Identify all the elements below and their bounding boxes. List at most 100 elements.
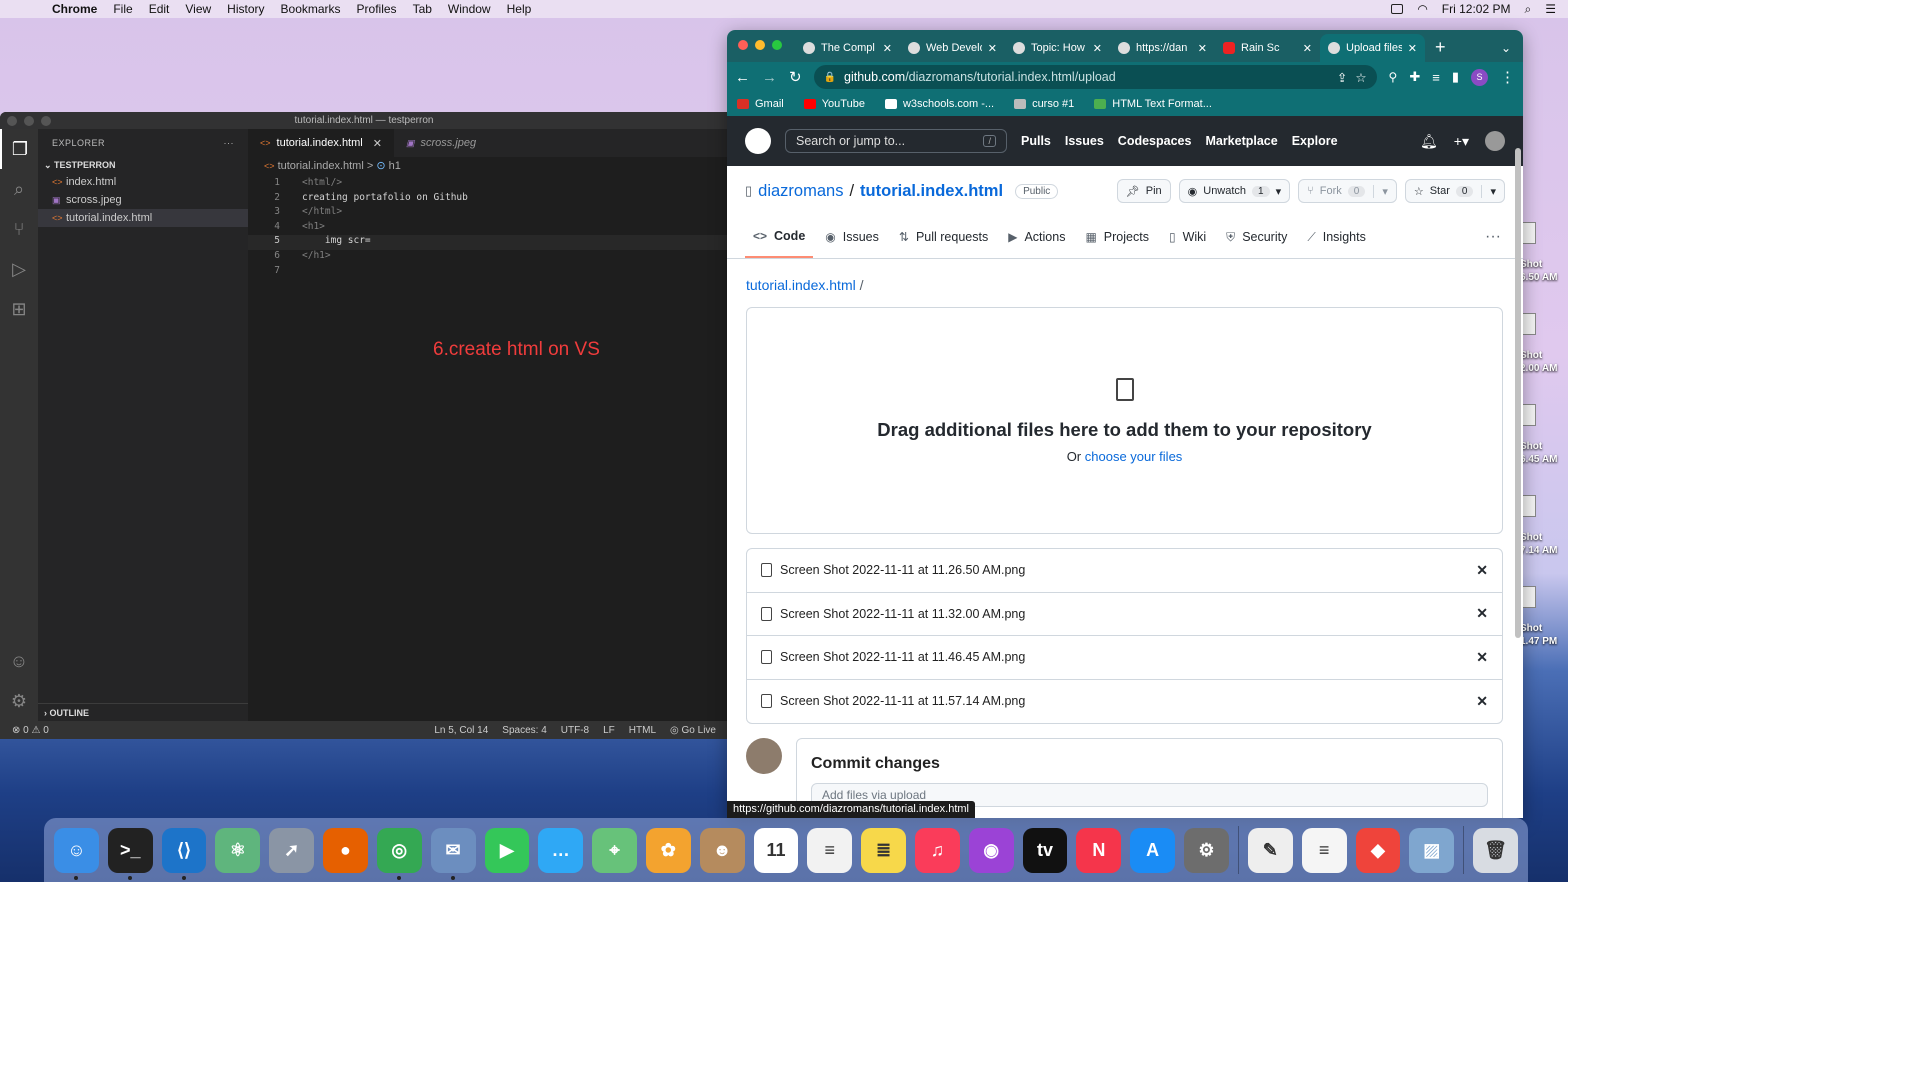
menu-history[interactable]: History <box>219 2 272 16</box>
news-app-icon[interactable]: N <box>1076 827 1122 873</box>
fork-button[interactable]: ⑂ Fork 0 ▾ <box>1298 179 1397 203</box>
desktop-screenshot-file[interactable]: Shot 1.47 PM <box>1520 586 1568 648</box>
menu-app-name[interactable]: Chrome <box>44 2 105 16</box>
remove-file-icon[interactable]: ✕ <box>1476 562 1488 579</box>
encoding[interactable]: UTF-8 <box>561 725 589 736</box>
tab-projects[interactable]: ▦ Projects <box>1077 216 1157 258</box>
choose-files-link[interactable]: choose your files <box>1085 449 1183 464</box>
caret-down-icon[interactable]: ▾ <box>1373 184 1388 198</box>
go-live-button[interactable]: ◎ Go Live <box>670 725 716 736</box>
close-tab-icon[interactable]: ✕ <box>883 42 892 55</box>
reload-icon[interactable]: ↻ <box>789 68 802 86</box>
browser-tab[interactable]: https://dan ✕ <box>1110 34 1215 62</box>
appletv-app-icon[interactable]: tv <box>1022 827 1068 873</box>
contacts-app-icon[interactable]: ☻ <box>699 827 745 873</box>
browser-tab[interactable]: Upload files ✕ <box>1320 34 1425 62</box>
browser-tab[interactable]: Rain Sc ✕ <box>1215 34 1320 62</box>
folder-testperron[interactable]: ⌄ TESTPERRON <box>38 157 248 173</box>
repo-owner-link[interactable]: diazromans <box>758 182 843 201</box>
extension-icon[interactable]: ⚲ <box>1389 70 1398 84</box>
more-actions-icon[interactable]: ··· <box>224 138 235 148</box>
extensions-icon[interactable]: ⊞ <box>0 289 38 329</box>
desktop-screenshot-file[interactable]: Shot 6.50 AM <box>1520 222 1568 284</box>
side-panel-icon[interactable]: ▮ <box>1452 69 1459 85</box>
textedit-app-icon[interactable]: ✎ <box>1247 827 1293 873</box>
page-scrollbar[interactable] <box>1515 148 1521 638</box>
remove-file-icon[interactable]: ✕ <box>1476 605 1488 622</box>
explorer-icon[interactable]: ❐ <box>0 129 38 169</box>
vscode-app-icon[interactable]: ⟨⟩ <box>161 827 207 880</box>
file-tutorial-index-html[interactable]: <> tutorial.index.html <box>38 209 248 227</box>
nav-marketplace[interactable]: Marketplace <box>1205 134 1277 148</box>
close-tab-icon[interactable]: ✕ <box>988 42 997 55</box>
back-icon[interactable]: ← <box>735 69 750 86</box>
minimize-window-button[interactable] <box>24 116 34 126</box>
notes-app-icon[interactable]: ≣ <box>861 827 906 873</box>
nav-explore[interactable]: Explore <box>1292 134 1338 148</box>
end-of-line[interactable]: LF <box>603 725 615 736</box>
tab-code[interactable]: <> Code <box>745 216 814 258</box>
settings-gear-icon[interactable]: ⚙ <box>0 681 38 721</box>
clock[interactable]: Fri 12:02 PM <box>1442 2 1511 16</box>
nav-pulls[interactable]: Pulls <box>1021 134 1051 148</box>
close-window-button[interactable] <box>7 116 17 126</box>
user-avatar[interactable] <box>1485 131 1505 151</box>
indentation[interactable]: Spaces: 4 <box>502 725 546 736</box>
outline-section[interactable]: › OUTLINE <box>38 703 248 721</box>
bell-icon[interactable]: 🔔︎ <box>1420 133 1438 150</box>
new-tab-button[interactable]: + <box>1425 37 1456 62</box>
browser-tab[interactable]: The Compl ✕ <box>795 34 900 62</box>
github-logo-icon[interactable] <box>745 128 771 154</box>
tab-issues[interactable]: ◉ Issues <box>817 216 887 258</box>
create-new-icon[interactable]: +▾ <box>1454 133 1469 150</box>
close-tab-icon[interactable]: ✕ <box>1198 42 1207 55</box>
close-window-button[interactable] <box>738 40 748 50</box>
tab-pull-requests[interactable]: ⇅ Pull requests <box>891 216 996 258</box>
menu-file[interactable]: File <box>105 2 140 16</box>
tab-security[interactable]: ⛨ Security <box>1218 216 1295 258</box>
bookmark-item[interactable]: YouTube <box>803 98 865 110</box>
unwatch-button[interactable]: ◉ Unwatch 1 ▾ <box>1178 179 1291 203</box>
bookmark-item[interactable]: curso #1 <box>1014 98 1074 110</box>
menu-edit[interactable]: Edit <box>141 2 178 16</box>
bookmark-item[interactable]: Gmail <box>737 98 784 110</box>
menu-tab[interactable]: Tab <box>405 2 440 16</box>
reminders-app-icon[interactable]: ≡ <box>807 827 853 873</box>
kebab-menu-icon[interactable]: ⋮ <box>1500 68 1515 86</box>
anydesk-app-icon[interactable]: ◆ <box>1355 827 1401 873</box>
forward-icon[interactable]: → <box>762 69 777 86</box>
language-mode[interactable]: HTML <box>629 725 656 736</box>
close-tab-icon[interactable]: ✕ <box>1093 42 1102 55</box>
account-icon[interactable]: ☺ <box>0 641 38 681</box>
browser-tab[interactable]: Web Develo ✕ <box>900 34 1005 62</box>
tab-actions[interactable]: ▶ Actions <box>1000 216 1073 258</box>
file-scross-jpeg[interactable]: ▣ scross.jpeg <box>38 191 248 209</box>
browser-tab[interactable]: Topic: How ✕ <box>1005 34 1110 62</box>
more-options-icon[interactable]: ··· <box>1485 216 1505 258</box>
remove-file-icon[interactable]: ✕ <box>1476 649 1488 666</box>
keyboard-icon[interactable] <box>1391 4 1404 14</box>
crumb-repo-link[interactable]: tutorial.index.html <box>746 277 856 293</box>
atom-app-icon[interactable]: ⚛ <box>215 827 261 873</box>
desktop-screenshot-file[interactable]: Shot 6.45 AM <box>1520 404 1568 466</box>
pin-button[interactable]: 📌︎ Pin <box>1116 179 1171 203</box>
file-index-html[interactable]: <> index.html <box>38 173 248 191</box>
control-center-icon[interactable]: ☰ <box>1545 2 1556 16</box>
music-app-icon[interactable]: ♫ <box>915 827 960 873</box>
zoom-window-button[interactable] <box>772 40 782 50</box>
menu-profiles[interactable]: Profiles <box>349 2 405 16</box>
breadcrumb-file[interactable]: tutorial.index.html <box>278 160 364 172</box>
tab-scross-jpeg[interactable]: ▣ scross.jpeg <box>394 129 488 157</box>
tab-tutorial-index-html[interactable]: <> tutorial.index.html ✕ <box>248 129 394 157</box>
close-tab-icon[interactable]: ✕ <box>1303 42 1312 55</box>
firefox-app-icon[interactable]: ● <box>323 827 368 873</box>
maps-app-icon[interactable]: ⌖ <box>592 827 637 873</box>
menu-bookmarks[interactable]: Bookmarks <box>273 2 349 16</box>
desktop-screenshot-file[interactable]: Shot 7.14 AM <box>1520 495 1568 557</box>
bookmark-item[interactable]: w3schools.com -... <box>884 98 994 110</box>
image-viewer-app-icon[interactable]: ▨ <box>1409 827 1455 873</box>
remove-file-icon[interactable]: ✕ <box>1476 693 1488 710</box>
code-editor[interactable]: 1 <html/> 2 creating portafolio on Github 3 <… <box>248 175 728 279</box>
share-icon[interactable]: ⇪ <box>1337 70 1347 85</box>
preview-app-icon[interactable]: ✉ <box>430 827 476 880</box>
